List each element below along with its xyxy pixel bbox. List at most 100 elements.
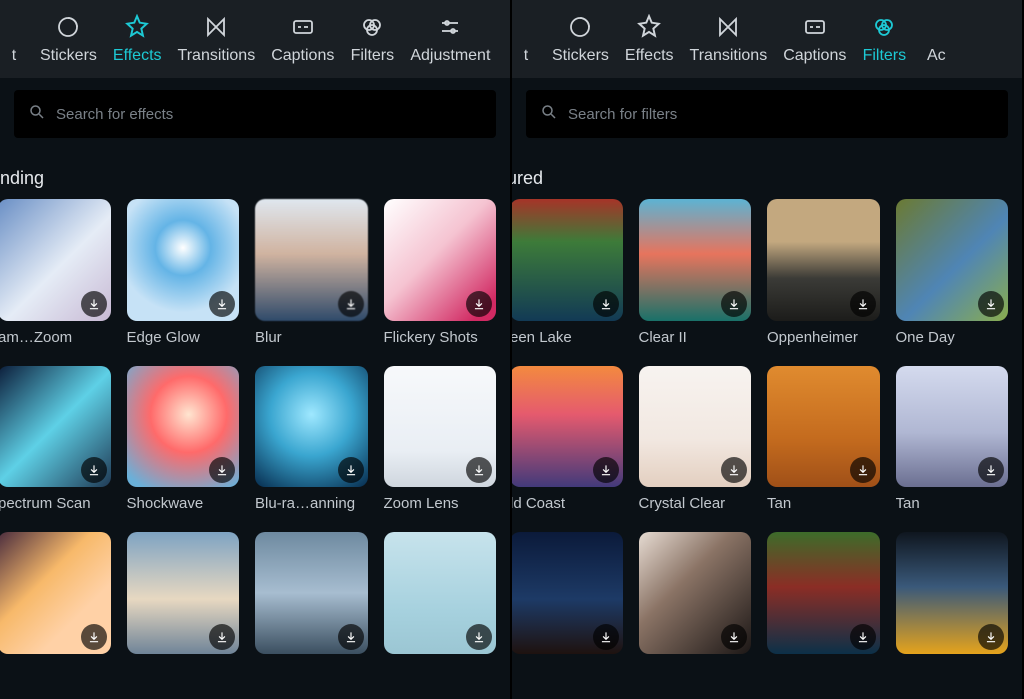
filter-thumb: [896, 199, 1009, 321]
search-input[interactable]: [568, 106, 994, 123]
effect-card[interactable]: Flickery Shots: [384, 199, 497, 346]
filter-card[interactable]: [896, 532, 1009, 654]
filter-card[interactable]: Clear II: [639, 199, 752, 346]
effect-card[interactable]: Blur: [255, 199, 368, 346]
download-icon[interactable]: [978, 291, 1004, 317]
download-icon[interactable]: [338, 291, 364, 317]
filter-thumb: [512, 366, 623, 488]
download-icon[interactable]: [850, 624, 876, 650]
download-icon[interactable]: [466, 291, 492, 317]
effect-card[interactable]: am…Zoom: [0, 199, 111, 346]
search-icon: [540, 103, 558, 126]
download-icon[interactable]: [593, 291, 619, 317]
search-input[interactable]: [56, 106, 482, 123]
tab-stickers[interactable]: Stickers: [32, 9, 105, 69]
effect-card[interactable]: Zoom Lens: [384, 366, 497, 513]
download-icon[interactable]: [466, 457, 492, 483]
filter-label: ld Coast: [512, 495, 623, 512]
search-wrap: [512, 78, 1022, 150]
filters-grid: een Lake Clear II Oppenheimer One Day ld…: [512, 199, 1022, 654]
download-icon[interactable]: [209, 624, 235, 650]
effects-icon: [123, 13, 151, 41]
search-bar[interactable]: [526, 90, 1008, 138]
tab-captions[interactable]: Captions: [775, 9, 854, 69]
filter-label: Crystal Clear: [639, 495, 752, 512]
stickers-icon: [566, 13, 594, 41]
effect-label: am…Zoom: [0, 329, 111, 346]
effect-card[interactable]: [0, 532, 111, 654]
tab-filters[interactable]: Filters: [342, 9, 402, 69]
filter-label: een Lake: [512, 329, 623, 346]
download-icon[interactable]: [593, 457, 619, 483]
effect-card[interactable]: [127, 532, 240, 654]
download-icon[interactable]: [721, 624, 747, 650]
effect-label: Edge Glow: [127, 329, 240, 346]
effect-card[interactable]: Edge Glow: [127, 199, 240, 346]
effect-thumb: [0, 532, 111, 654]
search-bar[interactable]: [14, 90, 496, 138]
download-icon[interactable]: [850, 291, 876, 317]
download-icon[interactable]: [338, 457, 364, 483]
tab-label: Effects: [625, 47, 674, 65]
effect-card[interactable]: pectrum Scan: [0, 366, 111, 513]
effect-thumb: [127, 366, 240, 488]
tab-text[interactable]: t: [512, 9, 544, 69]
effect-label: Blur: [255, 329, 368, 346]
tab-label: Adjustment: [410, 47, 490, 65]
tab-effects[interactable]: Effects: [617, 9, 682, 69]
filter-card[interactable]: Tan: [896, 366, 1009, 513]
transitions-icon: [714, 13, 742, 41]
adjustment-icon: [922, 13, 950, 41]
search-icon: [28, 103, 46, 126]
download-icon[interactable]: [81, 624, 107, 650]
download-icon[interactable]: [721, 291, 747, 317]
download-icon[interactable]: [338, 624, 364, 650]
tab-label: Ac: [927, 47, 946, 65]
download-icon[interactable]: [593, 624, 619, 650]
tab-transitions[interactable]: Transitions: [682, 9, 776, 69]
download-icon[interactable]: [209, 457, 235, 483]
tab-adjustment[interactable]: Adjustment: [402, 9, 498, 69]
effect-card[interactable]: [384, 532, 497, 654]
tab-stickers[interactable]: Stickers: [544, 9, 617, 69]
effect-thumb: [0, 199, 111, 321]
filter-card[interactable]: Tan: [767, 366, 880, 513]
tab-label: t: [524, 47, 528, 65]
section-title: tured: [512, 150, 1022, 199]
download-icon[interactable]: [978, 624, 1004, 650]
tab-captions[interactable]: Captions: [263, 9, 342, 69]
download-icon[interactable]: [81, 291, 107, 317]
section-title: ending: [0, 150, 510, 199]
effect-label: Flickery Shots: [384, 329, 497, 346]
effect-card[interactable]: Shockwave: [127, 366, 240, 513]
filter-card[interactable]: een Lake: [512, 199, 623, 346]
tab-adjustment[interactable]: Ac: [914, 9, 950, 69]
tab-filters[interactable]: Filters: [854, 9, 914, 69]
download-icon[interactable]: [209, 291, 235, 317]
filter-thumb: [767, 199, 880, 321]
filter-card[interactable]: [639, 532, 752, 654]
filter-card[interactable]: One Day: [896, 199, 1009, 346]
tab-transitions[interactable]: Transitions: [170, 9, 264, 69]
effect-card[interactable]: Blu-ra…anning: [255, 366, 368, 513]
download-icon[interactable]: [850, 457, 876, 483]
tab-text[interactable]: t: [0, 9, 32, 69]
tab-effects[interactable]: Effects: [105, 9, 170, 69]
filter-card[interactable]: Crystal Clear: [639, 366, 752, 513]
filter-card[interactable]: [512, 532, 623, 654]
effect-thumb: [0, 366, 111, 488]
download-icon[interactable]: [978, 457, 1004, 483]
download-icon[interactable]: [81, 457, 107, 483]
filter-thumb: [639, 366, 752, 488]
filter-card[interactable]: Oppenheimer: [767, 199, 880, 346]
filter-card[interactable]: [767, 532, 880, 654]
text-icon: [0, 13, 28, 41]
tab-label: Captions: [783, 47, 846, 65]
filter-thumb: [896, 532, 1009, 654]
filter-card[interactable]: ld Coast: [512, 366, 623, 513]
effect-card[interactable]: [255, 532, 368, 654]
download-icon[interactable]: [721, 457, 747, 483]
download-icon[interactable]: [466, 624, 492, 650]
effect-thumb: [384, 532, 497, 654]
filters-icon: [870, 13, 898, 41]
